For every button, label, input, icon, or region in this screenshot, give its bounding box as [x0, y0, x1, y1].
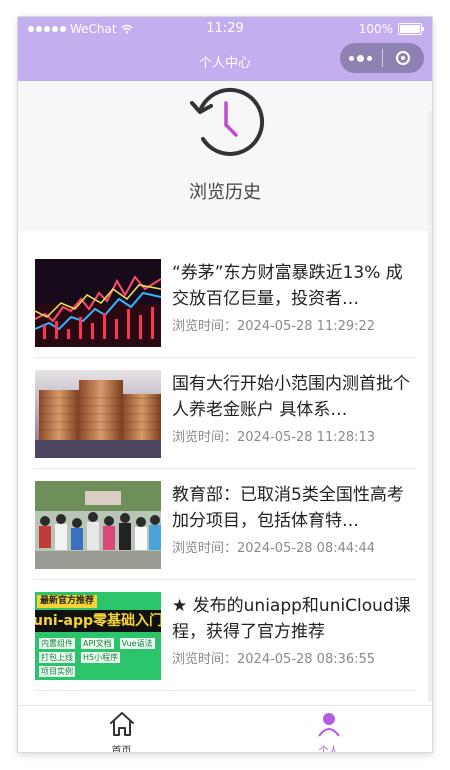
history-list-item[interactable]: “券茅”东方财富暴跌近13% 成交放百亿巨量，投资者… 浏览时间：2024-05…	[34, 247, 416, 358]
scrollbar[interactable]	[428, 111, 432, 701]
tab-home-label: 首页	[111, 746, 132, 752]
history-clock-icon	[190, 87, 265, 156]
main-content[interactable]: 浏览历史 “券茅”东方财富暴跌近13% 成交放百亿巨量，投资者… 浏览时间：20…	[18, 81, 432, 705]
mini-program-capsule	[340, 43, 424, 73]
phone-frame: WeChat 11:29 100% 个人中心 浏览历史 “券茅”东方财富暴跌近1…	[18, 17, 432, 752]
more-dot-icon	[367, 55, 373, 61]
more-button[interactable]	[340, 54, 382, 62]
history-list-item[interactable]: 最新官方推荐 uni-app零基础入门 内置组件 API文档 Vue语法 打包上…	[34, 580, 416, 691]
tab-me-label: 个人	[318, 746, 339, 752]
browse-history-header[interactable]: 浏览历史	[18, 81, 432, 231]
target-circle-icon	[396, 51, 411, 65]
tab-bar: 首页 个人	[18, 705, 432, 752]
more-dot-icon	[357, 54, 365, 62]
coin-stacks-image	[35, 370, 161, 458]
person-icon	[318, 713, 340, 737]
article-title: “券茅”东方财富暴跌近13% 成交放百亿巨量，投资者…	[172, 263, 403, 309]
more-dot-icon	[349, 55, 355, 61]
tab-home[interactable]: 首页	[18, 706, 225, 752]
status-bar: WeChat 11:29 100%	[18, 17, 432, 41]
students-crowd-image	[35, 481, 161, 569]
browse-time: 浏览时间：2024-05-28 08:44:44	[172, 541, 376, 556]
article-title: 国有大行开始小范围内测首批个人养老金账户 具体系…	[172, 374, 410, 420]
banner-tag: 项目实例	[39, 666, 75, 677]
banner-tag: Vue语法	[119, 638, 155, 649]
banner-tag: 打包上线	[39, 652, 75, 663]
banner-tags: 内置组件 API文档 Vue语法 打包上线 H5小程序 项目实例	[39, 638, 159, 677]
battery-percent: 100%	[358, 22, 393, 36]
history-list-item[interactable]: 教育部：已取消5类全国性高考加分项目，包括体育特… 浏览时间：2024-05-2…	[34, 469, 416, 580]
stock-chart-image	[35, 259, 161, 347]
history-label: 浏览历史	[189, 182, 261, 203]
tab-me[interactable]: 个人	[225, 706, 432, 752]
article-title: ★ 发布的uniapp和uniCloud课程，获得了官方推荐	[172, 596, 411, 642]
battery-area: 100%	[358, 22, 424, 36]
browse-time: 浏览时间：2024-05-28 08:36:55	[172, 652, 376, 667]
banner-tag: 内置组件	[39, 638, 75, 649]
close-button[interactable]	[383, 51, 425, 65]
article-title: 教育部：已取消5类全国性高考加分项目，包括体育特…	[172, 485, 404, 531]
banner-tag: API文档	[81, 638, 114, 649]
browse-time: 浏览时间：2024-05-28 11:29:22	[172, 319, 376, 334]
navigation-bar: 个人中心	[18, 41, 432, 81]
banner-title: uni-app零基础入门	[35, 610, 161, 632]
history-list-item[interactable]: 国有大行开始小范围内测首批个人养老金账户 具体系… 浏览时间：2024-05-2…	[34, 358, 416, 469]
home-icon	[110, 712, 134, 736]
browse-time: 浏览时间：2024-05-28 11:28:13	[172, 430, 376, 445]
banner-tag: H5小程序	[81, 652, 121, 663]
banner-badge: 最新官方推荐	[37, 595, 98, 608]
uniapp-banner-image: 最新官方推荐 uni-app零基础入门 内置组件 API文档 Vue语法 打包上…	[35, 592, 161, 680]
battery-icon	[398, 23, 424, 35]
